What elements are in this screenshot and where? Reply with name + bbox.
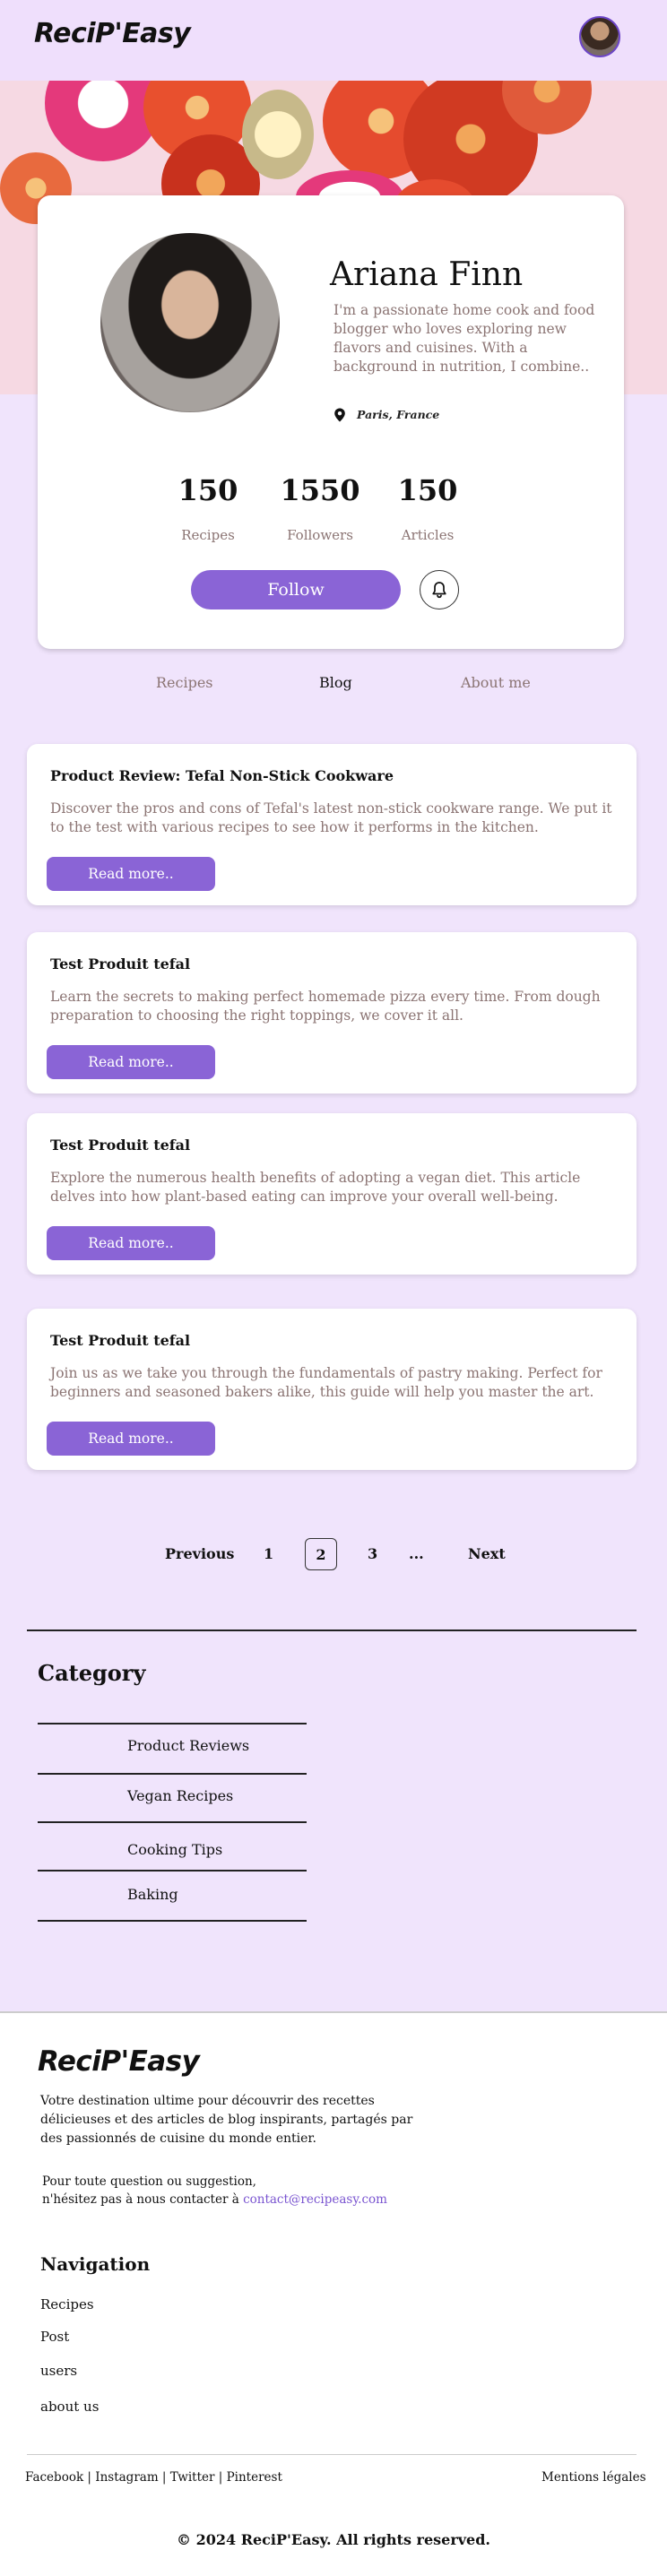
category-divider [38,1821,307,1823]
notification-bell-button[interactable] [420,570,459,609]
article-title: Test Produit tefal [50,1137,191,1154]
article-title: Test Produit tefal [50,955,191,972]
bell-icon [432,582,446,599]
pagination-page-3[interactable]: 3 [368,1545,377,1562]
article-card: Test Produit tefal Explore the numerous … [27,1113,637,1275]
article-description: Learn the secrets to making perfect home… [50,989,601,1024]
category-divider [38,1723,307,1725]
footer-nav-title: Navigation [40,2253,151,2275]
footer-contact-line: n'hésitez pas à nous contacter à contact… [42,2192,387,2207]
site-logo[interactable]: ReciP'Easy [34,18,191,49]
footer-contact-email-link[interactable]: contact@recipeasy.com [243,2192,387,2207]
category-divider [38,1920,307,1922]
footer-contact-line: Pour toute question ou suggestion, [42,2174,256,2189]
footer-copyright: © 2024 ReciP'Easy. All rights reserved. [177,2531,490,2548]
pagination-previous[interactable]: Previous [165,1545,234,1562]
footer-social-links[interactable]: Facebook | Instagram | Twitter | Pintere… [25,2470,282,2485]
read-more-button[interactable]: Read more.. [47,857,215,891]
article-card: Product Review: Tefal Non-Stick Cookware… [27,744,637,905]
footer-divider [27,2454,637,2455]
article-description: Discover the pros and cons of Tefal's la… [50,800,612,835]
read-more-button[interactable]: Read more.. [47,1422,215,1456]
read-more-button[interactable]: Read more.. [47,1226,215,1260]
footer-description: Votre destination ultime pour découvrir … [40,2094,413,2146]
category-item-vegan-recipes[interactable]: Vegan Recipes [127,1787,233,1804]
footer-nav-users[interactable]: users [40,2363,77,2379]
pagination-page-2-current[interactable]: 2 [305,1538,337,1570]
article-title: Product Review: Tefal Non-Stick Cookware [50,767,394,784]
footer-nav-post[interactable]: Post [40,2329,69,2345]
user-avatar[interactable] [579,16,620,57]
tab-recipes[interactable]: Recipes [156,674,213,691]
stat-articles-value: 150 [397,473,458,507]
stat-recipes-label: Recipes [181,527,235,543]
footer-nav-recipes[interactable]: Recipes [40,2296,94,2312]
profile-name: Ariana Finn [330,256,524,293]
profile-photo [100,233,280,412]
article-description: Join us as we take you through the funda… [50,1365,602,1400]
stat-recipes-value: 150 [178,473,238,507]
stat-followers-label: Followers [287,527,353,543]
category-item-cooking-tips[interactable]: Cooking Tips [127,1841,222,1858]
footer-logo[interactable]: ReciP'Easy [38,2045,200,2078]
stat-articles-label: Articles [401,527,455,543]
footer-legal-link[interactable]: Mentions légales [541,2470,646,2485]
article-card: Test Produit tefal Learn the secrets to … [27,932,637,1094]
follow-button[interactable]: Follow [191,570,401,609]
profile-bio: I'm a passionate home cook and food blog… [334,302,595,375]
article-title: Test Produit tefal [50,1332,191,1349]
tab-blog[interactable]: Blog [319,674,352,691]
pagination-next[interactable]: Next [468,1545,506,1562]
footer-contact-text: n'hésitez pas à nous contacter à [42,2192,244,2207]
profile-location: Paris, France [357,408,440,421]
stat-followers-value: 1550 [280,473,360,507]
footer-nav-about-us[interactable]: about us [40,2399,99,2415]
category-divider [38,1870,307,1871]
read-more-button[interactable]: Read more.. [47,1045,215,1079]
category-item-product-reviews[interactable]: Product Reviews [127,1737,249,1754]
category-title: Category [38,1660,146,1686]
profile-card: Ariana Finn I'm a passionate home cook a… [38,195,624,649]
category-divider [38,1773,307,1775]
tab-about-me[interactable]: About me [461,674,531,691]
pagination-page-1[interactable]: 1 [264,1545,273,1562]
location-pin-icon [334,408,345,422]
article-card: Test Produit tefal Join us as we take yo… [27,1309,637,1470]
section-divider [27,1629,637,1631]
article-description: Explore the numerous health benefits of … [50,1170,581,1205]
category-item-baking[interactable]: Baking [127,1886,178,1903]
pagination-ellipsis: ... [409,1545,424,1562]
